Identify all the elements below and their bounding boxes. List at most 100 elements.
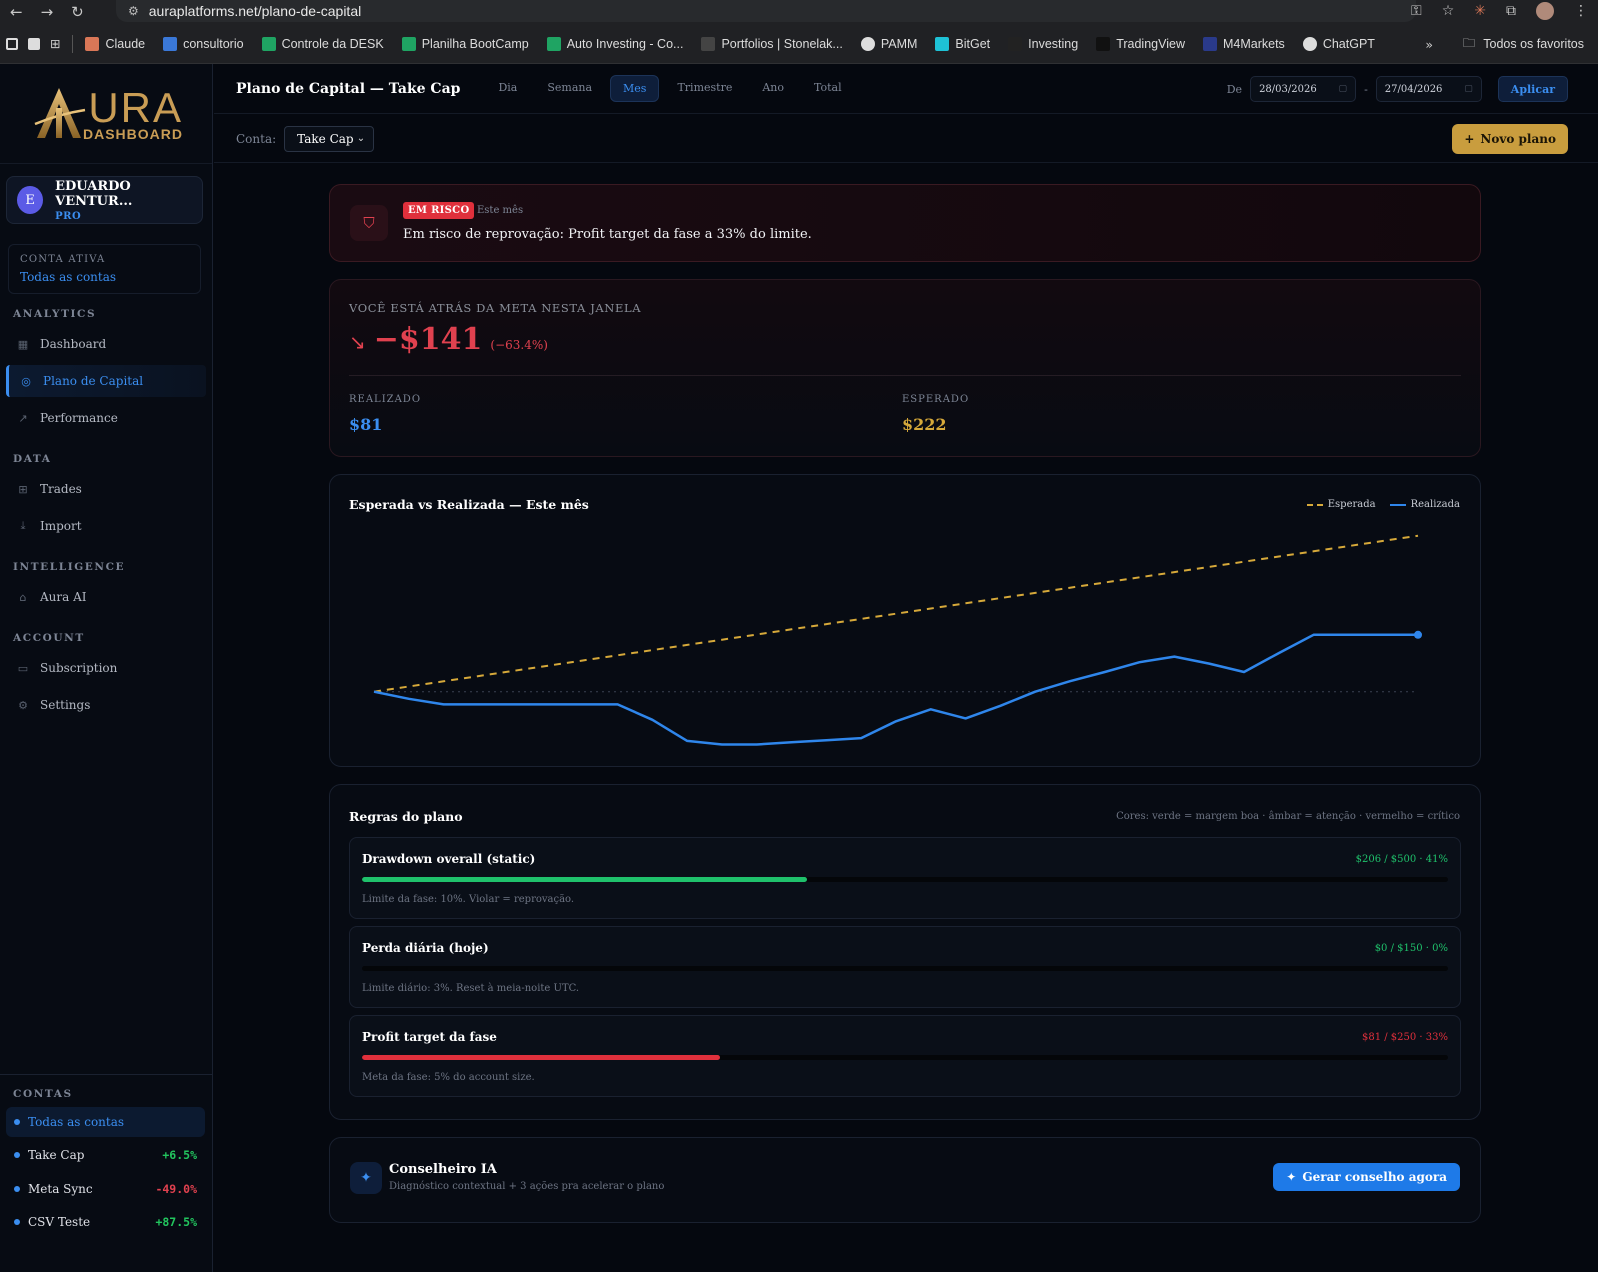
- bookmark-tradingview[interactable]: TradingView: [1096, 36, 1185, 51]
- bookmark-consultorio[interactable]: consultorio: [163, 36, 244, 51]
- realized-label: REALIZADO: [349, 394, 422, 405]
- apply-button[interactable]: Aplicar: [1497, 76, 1568, 102]
- tab-dia[interactable]: Dia: [486, 75, 529, 102]
- rule-drawdown[interactable]: Drawdown overall (static) $206 / $500 · …: [349, 837, 1461, 919]
- profile-avatar[interactable]: [1536, 2, 1554, 20]
- extensions-icon[interactable]: ⧉: [1506, 3, 1516, 19]
- new-plan-button[interactable]: + Novo plano: [1452, 124, 1568, 154]
- nav-aura-ai[interactable]: ⌂ Aura AI: [6, 581, 206, 613]
- url-text[interactable]: auraplatforms.net/plano-de-capital: [149, 3, 361, 19]
- sidebar: URA DASHBOARD E EDUARDO VENTUR... PRO CO…: [0, 64, 213, 1272]
- rule-progress-track: [362, 1055, 1448, 1060]
- bookmark-investing[interactable]: Investing: [1008, 36, 1078, 51]
- last-point-realizada[interactable]: [1414, 630, 1422, 639]
- rule-profit-target[interactable]: Profit target da fase $81 / $250 · 33% M…: [349, 1015, 1461, 1097]
- conta-csv-teste[interactable]: CSV Teste +87.5%: [6, 1207, 205, 1237]
- rule-perda-diaria[interactable]: Perda diária (hoje) $0 / $150 · 0% Limit…: [349, 926, 1461, 1008]
- nav-dashboard[interactable]: ▦ Dashboard: [6, 328, 206, 360]
- rule-value: $206 / $500 · 41%: [1355, 854, 1448, 865]
- card-icon: ▭: [17, 661, 29, 675]
- bookmark-portfolios[interactable]: Portfolios | Stonelak...: [701, 36, 843, 51]
- nav-trades-label: Trades: [40, 482, 82, 496]
- nav-import-label: Import: [40, 519, 82, 533]
- date-from-input[interactable]: 28/03/2026 ▢: [1250, 76, 1357, 102]
- menu-dots-icon[interactable]: ⋮: [1574, 3, 1588, 19]
- bookmark-star-icon[interactable]: ☆: [1442, 3, 1455, 19]
- tab-trimestre[interactable]: Trimestre: [665, 75, 744, 102]
- more-bookmarks-icon[interactable]: »: [1425, 24, 1433, 64]
- nav-import[interactable]: ⤓ Import: [6, 510, 206, 542]
- period-tabs: Dia Semana Mes Trimestre Ano Total: [486, 75, 853, 102]
- conta-todas[interactable]: Todas as contas: [6, 1107, 205, 1137]
- tradingview-icon: [1096, 36, 1111, 51]
- date-to-input[interactable]: 27/04/2026 ▢: [1375, 76, 1482, 102]
- chart-card: Esperada vs Realizada — Este mês Esperad…: [329, 474, 1481, 767]
- bookmark-bitget[interactable]: BitGet: [935, 36, 990, 51]
- line-chart[interactable]: [330, 515, 1482, 765]
- target-icon: ◎: [21, 374, 31, 388]
- nav-subscription-label: Subscription: [40, 661, 118, 675]
- all-bookmarks-folder[interactable]: 🗀 Todos os favoritos: [1463, 24, 1584, 64]
- conta-pct: +6.5%: [162, 1148, 197, 1162]
- tab-mes[interactable]: Mes: [610, 75, 660, 102]
- bookmark-controle-desk[interactable]: Controle da DESK: [261, 36, 384, 51]
- legend-realizada-label: Realizada: [1410, 499, 1460, 510]
- nav-subscription[interactable]: ▭ Subscription: [6, 652, 206, 684]
- generate-advice-button[interactable]: ✦ Gerar conselho agora: [1273, 1163, 1460, 1191]
- back-icon[interactable]: ←: [10, 3, 23, 21]
- bookmark-chatgpt[interactable]: ChatGPT: [1302, 36, 1375, 51]
- bookmark-planilha-bootcamp[interactable]: Planilha BootCamp: [401, 36, 529, 51]
- conta-name: Todas as contas: [28, 1115, 125, 1129]
- calendar-icon: ▢: [1464, 84, 1473, 94]
- address-bar[interactable]: ⚙ auraplatforms.net/plano-de-capital: [116, 0, 1416, 22]
- claude-extension-icon[interactable]: ✳: [1474, 3, 1486, 19]
- forward-icon[interactable]: →: [41, 3, 54, 21]
- tab-semana[interactable]: Semana: [535, 75, 604, 102]
- ai-title: Conselheiro IA: [389, 1162, 497, 1177]
- plan-rules-card: Regras do plano Cores: verde = margem bo…: [329, 784, 1481, 1120]
- rule-progress-track: [362, 966, 1448, 971]
- section-contas: CONTAS: [13, 1088, 73, 1100]
- reload-icon[interactable]: ↻: [71, 3, 84, 21]
- conta-select[interactable]: Take Cap ⌄: [284, 125, 375, 152]
- tab-ano[interactable]: Ano: [750, 75, 796, 102]
- nav-settings[interactable]: ⚙ Settings: [6, 689, 206, 721]
- conta-name: Meta Sync: [28, 1182, 93, 1196]
- contas-divider: [0, 1074, 213, 1075]
- conta-meta-sync[interactable]: Meta Sync -49.0%: [6, 1174, 205, 1204]
- user-card[interactable]: E EDUARDO VENTUR... PRO: [6, 176, 203, 224]
- tab-total[interactable]: Total: [802, 75, 854, 102]
- password-key-icon[interactable]: ⚿: [1411, 3, 1422, 19]
- conta-take-cap[interactable]: Take Cap +6.5%: [6, 1140, 205, 1170]
- nav-performance[interactable]: ↗ Performance: [6, 402, 206, 434]
- bookmark-claude[interactable]: Claude: [85, 36, 145, 51]
- series-line-realizada[interactable]: [373, 633, 1418, 746]
- bookmark-auto-investing[interactable]: Auto Investing - Co...: [546, 36, 683, 51]
- legend-swatch-dashed: [1306, 503, 1323, 506]
- ai-advisor-card: ✦ Conselheiro IA Diagnóstico contextual …: [329, 1137, 1481, 1223]
- gap-amount: −$141: [373, 322, 483, 357]
- chatgpt-icon: [1302, 36, 1317, 51]
- bookmark-pamm[interactable]: PAMM: [860, 36, 917, 51]
- legend-realizada[interactable]: Realizada: [1389, 499, 1460, 510]
- nav-plano-de-capital[interactable]: ◎ Plano de Capital: [6, 365, 206, 397]
- conta-dot: [14, 1186, 20, 1192]
- logo-ura-text: URA: [88, 83, 183, 131]
- tab-icon[interactable]: [28, 37, 40, 50]
- series-line-esperada[interactable]: [373, 534, 1419, 693]
- conta-name: Take Cap: [28, 1148, 85, 1162]
- sparkles-icon: ✦: [1286, 1170, 1297, 1184]
- grid-icon: ▦: [17, 337, 29, 351]
- grid-icon[interactable]: ⊞: [50, 36, 60, 51]
- active-account-box[interactable]: CONTA ATIVA Todas as contas: [8, 244, 201, 294]
- rule-progress-fill: [362, 1055, 721, 1060]
- apps-icon[interactable]: [6, 37, 18, 50]
- date-from-value: 28/03/2026: [1259, 83, 1317, 95]
- aura-logo[interactable]: URA DASHBOARD: [0, 64, 212, 164]
- nav-trades[interactable]: ⊞ Trades: [6, 473, 206, 505]
- bookmark-m4markets[interactable]: M4Markets: [1202, 36, 1285, 51]
- logo-dashboard-text: DASHBOARD: [83, 125, 183, 142]
- legend-esperada[interactable]: Esperada: [1306, 499, 1376, 510]
- nav-plano-label: Plano de Capital: [43, 374, 144, 388]
- site-info-icon[interactable]: ⚙: [128, 4, 139, 18]
